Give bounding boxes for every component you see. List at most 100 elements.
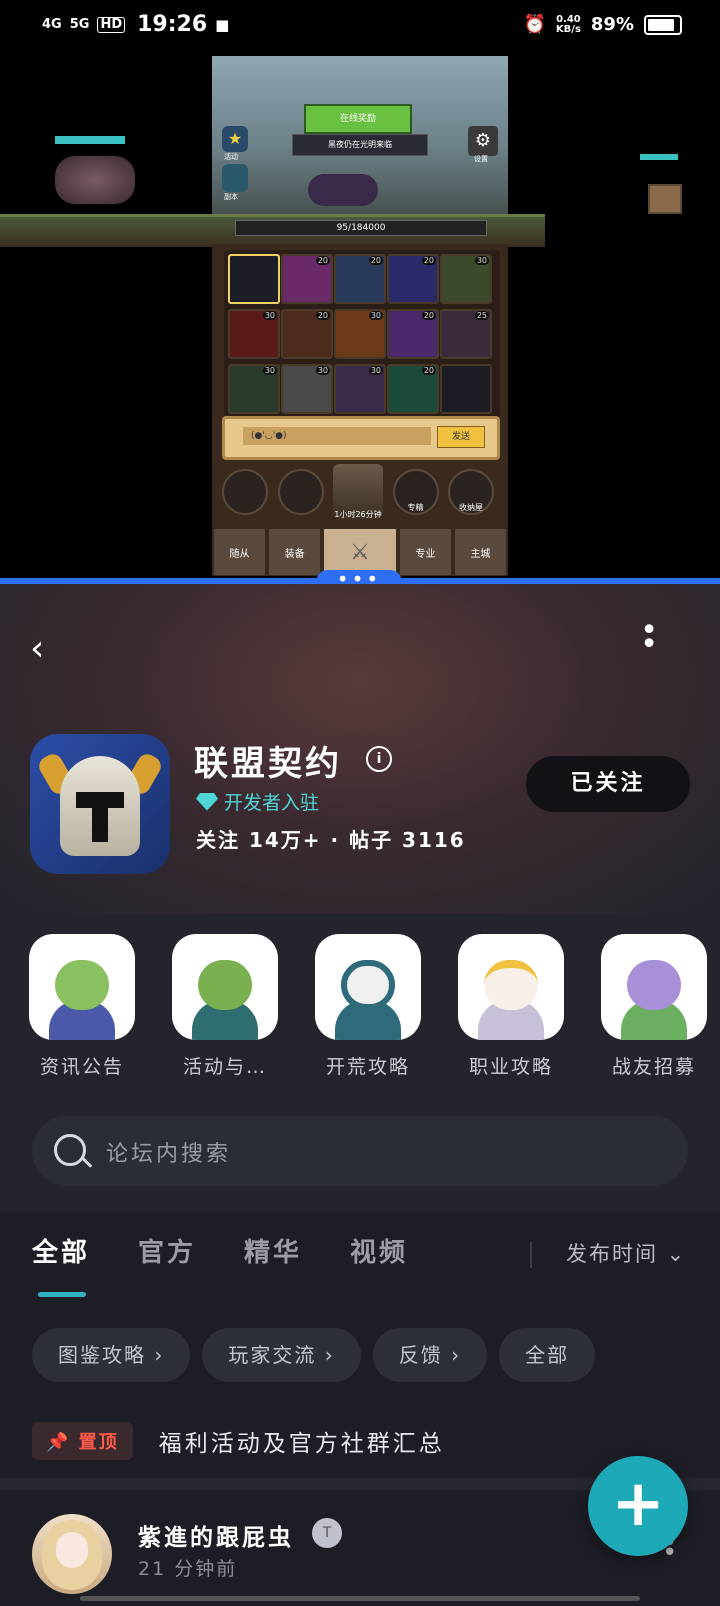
skill-slot[interactable]: 30 [440, 254, 492, 304]
tab-official[interactable]: 官方 [138, 1232, 196, 1269]
skill-level: 25 [474, 311, 489, 320]
chest-icon[interactable] [648, 184, 682, 214]
skill-slot-empty[interactable] [440, 364, 492, 414]
player-units [55, 126, 145, 206]
chip-player-exchange[interactable]: 玩家交流 › [202, 1328, 361, 1382]
post-time: 21 分钟前 [138, 1558, 238, 1580]
pinned-title: 福利活动及官方社群汇总 [158, 1431, 445, 1457]
banner-text: 黑夜仍在光明来临 [292, 134, 428, 156]
battery-percent: 89% [590, 14, 634, 35]
skill-slot[interactable] [228, 254, 280, 304]
specialty-button[interactable]: 专精 [392, 469, 439, 515]
category-label: 开荒攻略 [325, 1056, 410, 1078]
enemy-hp-bar [640, 154, 678, 160]
game-window[interactable]: 在线奖励 黑夜仍在光明来临 ★ 活动 副本 ⚙ 设置 95/184000 20 … [0, 56, 720, 576]
chat-input[interactable]: (●'◡'●) [243, 427, 431, 445]
filter-chips: 图鉴攻略 › 玩家交流 › 反馈 › 全部 [32, 1328, 596, 1382]
back-icon[interactable]: ‹ [30, 628, 44, 669]
skill-slot[interactable]: 30 [281, 364, 333, 414]
skill-grid: 20 20 20 30 30 20 30 20 25 30 30 30 20 [224, 250, 500, 418]
category-image [315, 934, 421, 1040]
info-icon[interactable]: i [366, 746, 392, 772]
game-scene[interactable]: 在线奖励 黑夜仍在光明来临 ★ 活动 副本 ⚙ 设置 [212, 56, 508, 214]
skill-level: 20 [421, 256, 436, 265]
character-head [55, 960, 109, 1010]
tab-featured[interactable]: 精华 [244, 1232, 302, 1269]
skill-level: 30 [262, 311, 277, 320]
skill-slot[interactable]: 20 [387, 364, 439, 414]
skill-slot[interactable]: 30 [334, 364, 386, 414]
skill-level: 30 [474, 256, 489, 265]
search-input[interactable]: 论坛内搜索 [32, 1116, 688, 1186]
game-tab-city[interactable]: 主城 [453, 528, 507, 576]
category-recruit[interactable]: 战友招募 [600, 934, 708, 1079]
chest-timer: 1小时26分钟 [334, 510, 382, 519]
chest-button[interactable]: 1小时26分钟 [333, 464, 383, 520]
sort-dropdown[interactable]: 发布时间 ⌄ [566, 1238, 686, 1268]
enemy-sprite [308, 174, 378, 206]
category-label: 战友招募 [611, 1056, 696, 1078]
category-news[interactable]: 资讯公告 [28, 934, 136, 1079]
avatar[interactable] [32, 1514, 112, 1594]
character-head [198, 960, 252, 1010]
battery-icon [644, 14, 682, 35]
skill-slot[interactable]: 20 [387, 254, 439, 304]
chip-feedback[interactable]: 反馈 › [372, 1328, 488, 1382]
unit-sprites [55, 156, 135, 204]
category-label: 资讯公告 [39, 1056, 124, 1078]
follow-button[interactable]: 已关注 [526, 756, 690, 812]
post-author[interactable]: 紫進的跟屁虫 [138, 1518, 294, 1552]
developer-badge[interactable]: 开发者入驻 [196, 788, 319, 815]
skill-slot[interactable]: 30 [334, 309, 386, 359]
action-icon-row: 1小时26分钟 专精 收纳屋 [222, 464, 494, 520]
unit-hp-bar [55, 136, 125, 144]
skill-slot[interactable]: 20 [281, 309, 333, 359]
pinned-post[interactable]: 📌 置顶 福利活动及官方社群汇总 [32, 1422, 445, 1460]
bread-icon[interactable] [277, 469, 324, 515]
create-post-button[interactable]: + [588, 1456, 688, 1556]
character-head [341, 960, 395, 1010]
avatar-face [56, 1532, 88, 1568]
gesture-bar[interactable] [80, 1596, 640, 1601]
settings-label: 设置 [474, 155, 488, 163]
game-tab-profession[interactable]: 专业 [398, 528, 452, 576]
skill-slot[interactable]: 20 [281, 254, 333, 304]
status-bar: 4G 5G HD 19:26 ■ ⏰ 0.40 KB/s 89% [0, 0, 720, 56]
speed-unit: KB/s [555, 23, 581, 35]
skill-slot[interactable]: 30 [228, 309, 280, 359]
skill-slot[interactable]: 20 [387, 309, 439, 359]
category-row: 资讯公告 活动与… 开荒攻略 职业攻略 战友招募 [28, 934, 708, 1079]
skill-slot[interactable]: 20 [334, 254, 386, 304]
game-logo [30, 734, 170, 874]
game-title: 联盟契约 [194, 744, 342, 784]
more-icon[interactable]: • • [640, 616, 658, 660]
clock: 19:26 [137, 12, 208, 37]
dungeon-icon[interactable] [222, 164, 248, 192]
network-4g: 4G [42, 16, 62, 32]
skill-slot[interactable]: 25 [440, 309, 492, 359]
category-guides[interactable]: 开荒攻略 [314, 934, 422, 1079]
tab-separator [530, 1242, 532, 1268]
category-label: 职业攻略 [468, 1056, 553, 1078]
game-tab-equipment[interactable]: 装备 [268, 528, 322, 576]
star-icon[interactable]: ★ [222, 126, 248, 152]
online-reward-button[interactable]: 在线奖励 [304, 104, 412, 134]
chip-all[interactable]: 全部 [499, 1328, 596, 1382]
settings-icon[interactable]: ⚙ [468, 126, 498, 156]
storage-button[interactable]: 收纳屋 [448, 469, 494, 515]
category-image [458, 934, 564, 1040]
game-tab-followers[interactable]: 随从 [213, 528, 267, 576]
category-class-guides[interactable]: 职业攻略 [457, 934, 565, 1079]
chat-send-button[interactable]: 发送 [437, 426, 485, 448]
tab-all[interactable]: 全部 [32, 1232, 90, 1269]
potion-icon[interactable] [222, 469, 268, 515]
skill-level: 20 [368, 256, 383, 265]
skill-slot[interactable]: 30 [228, 364, 280, 414]
category-events[interactable]: 活动与… [171, 934, 279, 1079]
status-left: 4G 5G HD 19:26 ■ [42, 12, 229, 37]
skill-level: 20 [421, 311, 436, 320]
chip-guides[interactable]: 图鉴攻略 › [32, 1328, 191, 1382]
category-label: 活动与… [182, 1056, 267, 1078]
diamond-icon [196, 792, 218, 811]
tab-video[interactable]: 视频 [350, 1232, 408, 1269]
